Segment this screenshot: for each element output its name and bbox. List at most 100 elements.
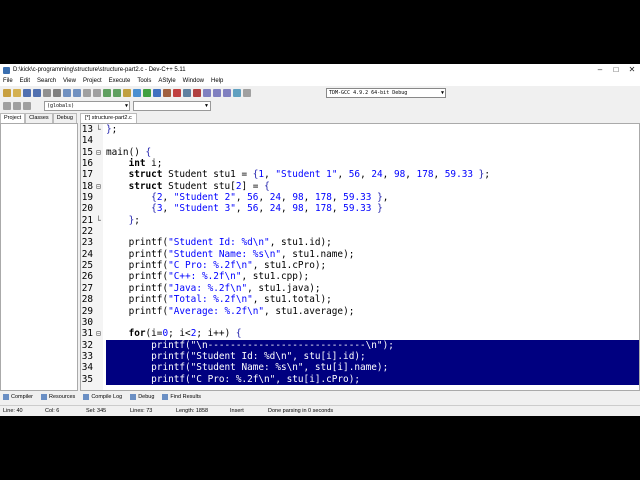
code-line[interactable]: 16 int i;: [81, 158, 639, 169]
menu-search[interactable]: Search: [37, 78, 56, 84]
code-line[interactable]: 13 └};: [81, 124, 639, 135]
code-editor[interactable]: 13 └}; 14 15 ⊟ main() {16 int i; 17 struct Stu…: [80, 123, 640, 391]
tab-find-results-label: Find Results: [170, 394, 201, 400]
code-line[interactable]: 21 └ };: [81, 215, 639, 226]
code-line[interactable]: 35 printf("C Pro: %.2f\n", stu[i].cPro);: [81, 373, 639, 385]
code-line[interactable]: 28 printf("Total: %.2f\n", stu1.total);: [81, 294, 639, 305]
fold-marker-icon[interactable]: ⊟: [96, 147, 101, 158]
compile-run-icon[interactable]: [153, 89, 161, 97]
find-icon[interactable]: [83, 89, 91, 97]
tab-project[interactable]: Project: [0, 113, 26, 123]
rebuild-icon[interactable]: [163, 89, 171, 97]
fold-marker-icon[interactable]: └: [96, 215, 101, 226]
line-number: 15: [81, 146, 93, 158]
project-remove-icon[interactable]: [223, 89, 231, 97]
save-icon[interactable]: [23, 89, 31, 97]
project-add-icon[interactable]: [213, 89, 221, 97]
code-line[interactable]: 25 printf("C Pro: %.2f\n", stu1.cPro);: [81, 260, 639, 271]
open-file-icon[interactable]: [13, 89, 21, 97]
save-all-icon[interactable]: [33, 89, 41, 97]
project-new-icon[interactable]: [203, 89, 211, 97]
scope-select[interactable]: (globals) ▼: [44, 101, 130, 111]
menu-execute[interactable]: Execute: [109, 78, 131, 84]
tab-find-results[interactable]: Find Results: [162, 394, 201, 400]
line-number: 24: [81, 248, 93, 260]
status-message: Done parsing in 0 seconds: [268, 408, 334, 414]
code-line[interactable]: 24 printf("Student Name: %s\n", stu1.nam…: [81, 249, 639, 260]
new-file-icon[interactable]: [3, 89, 11, 97]
code-line[interactable]: 23 printf("Student Id: %d\n", stu1.id);: [81, 237, 639, 248]
run-icon[interactable]: [143, 89, 151, 97]
about-icon[interactable]: [243, 89, 251, 97]
code-line[interactable]: 26 printf("C++: %.2f\n", stu1.cpp);: [81, 271, 639, 282]
code-line[interactable]: 18 ⊟ struct Student stu[2] = {: [81, 181, 639, 192]
close-file-icon[interactable]: [43, 89, 51, 97]
code-line[interactable]: 29 printf("Average: %.2f\n", stu1.averag…: [81, 306, 639, 317]
code-line[interactable]: 31 ⊟ for(i=0; i<2; i++) {: [81, 328, 639, 339]
line-number: 33: [81, 350, 93, 362]
line-number: 16: [81, 158, 93, 170]
code-line[interactable]: 33 printf("Student Id: %d\n", stu[i].id)…: [81, 350, 639, 363]
print-icon[interactable]: [53, 89, 61, 97]
menu-edit[interactable]: Edit: [20, 78, 30, 84]
line-number: 30: [81, 316, 93, 328]
left-panel-tabs: Project Classes Debug: [0, 113, 78, 123]
menu-help[interactable]: Help: [211, 78, 223, 84]
code-lines: 13 └}; 14 15 ⊟ main() {16 int i; 17 struct Stu…: [81, 124, 639, 385]
code-line[interactable]: 32 printf("\n---------------------------…: [81, 339, 639, 351]
code-line[interactable]: 30: [81, 317, 639, 328]
tab-resources[interactable]: Resources: [41, 394, 75, 400]
debug-icon[interactable]: [173, 89, 181, 97]
bookmark-icon[interactable]: [123, 89, 131, 97]
compiler-select[interactable]: TDM-GCC 4.9.2 64-bit Debug ▼: [326, 88, 446, 98]
unindent-icon[interactable]: [113, 89, 121, 97]
stop-icon[interactable]: [193, 89, 201, 97]
minimize-icon[interactable]: –: [592, 64, 608, 76]
tab-debug-output[interactable]: Debug: [130, 394, 154, 400]
menu-project[interactable]: Project: [83, 78, 102, 84]
fold-marker-icon[interactable]: ⊟: [96, 181, 101, 192]
close-icon[interactable]: ✕: [624, 64, 640, 76]
compiler-value: TDM-GCC 4.9.2 64-bit Debug: [329, 90, 408, 96]
line-text: printf("Student Name: %s\n", stu[i].name…: [106, 362, 389, 374]
menu-tools[interactable]: Tools: [137, 78, 151, 84]
replace-icon[interactable]: [93, 89, 101, 97]
menu-file[interactable]: File: [3, 78, 13, 84]
fold-marker-icon[interactable]: ⊟: [96, 328, 101, 339]
code-line[interactable]: 34 printf("Student Name: %s\n", stu[i].n…: [81, 362, 639, 374]
line-number: 20: [81, 203, 93, 215]
chevron-down-icon: ▼: [204, 103, 209, 109]
editor-tab[interactable]: [*] structure-part2.c: [80, 113, 137, 123]
menu-window[interactable]: Window: [183, 78, 204, 84]
menu-view[interactable]: View: [63, 78, 76, 84]
member-select[interactable]: ▼: [133, 101, 211, 111]
code-line[interactable]: 27 printf("Java: %.2f\n", stu1.java);: [81, 283, 639, 294]
toggle-icon[interactable]: [13, 102, 21, 110]
status-line: Line: 40: [3, 408, 23, 414]
chart-icon[interactable]: [233, 89, 241, 97]
indent-icon[interactable]: [103, 89, 111, 97]
code-line[interactable]: 19 {2, "Student 2", 56, 24, 98, 178, 59.…: [81, 192, 639, 203]
code-line[interactable]: 14: [81, 135, 639, 146]
chevron-down-icon: ▼: [440, 90, 444, 96]
fold-marker-icon[interactable]: └: [96, 124, 101, 135]
tab-compiler[interactable]: Compiler: [3, 394, 33, 400]
code-line[interactable]: 17 struct Student stu1 = {1, "Student 1"…: [81, 169, 639, 180]
compile-icon[interactable]: [133, 89, 141, 97]
tab-compile-log[interactable]: Compile Log: [83, 394, 122, 400]
project-browser[interactable]: [0, 123, 78, 391]
status-lines: Lines: 73: [130, 408, 153, 414]
undo-icon[interactable]: [63, 89, 71, 97]
redo-icon[interactable]: [73, 89, 81, 97]
insert-icon[interactable]: [3, 102, 11, 110]
profile-icon[interactable]: [183, 89, 191, 97]
tab-debug[interactable]: Debug: [52, 113, 77, 123]
line-text: printf("Student Id: %d\n", stu1.id);: [106, 237, 332, 249]
tab-classes[interactable]: Classes: [25, 113, 53, 123]
menu-astyle[interactable]: AStyle: [158, 78, 175, 84]
code-line[interactable]: 20 {3, "Student 3", 56, 24, 98, 178, 59.…: [81, 203, 639, 214]
code-line[interactable]: 15 ⊟ main() {: [81, 147, 639, 158]
goto-icon[interactable]: [23, 102, 31, 110]
code-line[interactable]: 22: [81, 226, 639, 237]
maximize-icon[interactable]: □: [608, 64, 624, 76]
